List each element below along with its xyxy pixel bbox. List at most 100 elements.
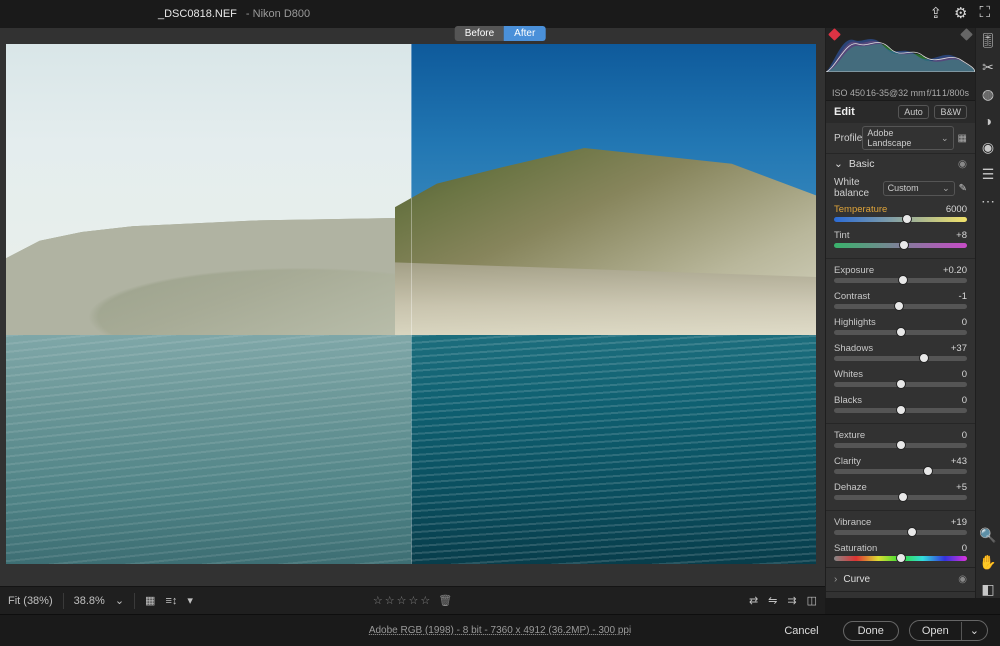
star-icon[interactable]: ☆ [397,594,407,607]
slider-value[interactable]: +37 [939,343,967,354]
tab-before[interactable]: Before [455,26,504,41]
slider-value[interactable]: 6000 [939,204,967,215]
slider-thumb[interactable] [923,466,933,476]
bw-button[interactable]: B&W [934,105,967,119]
slider-track[interactable] [834,495,967,500]
slider-value[interactable]: +0.20 [939,265,967,276]
trash-icon[interactable]: 🗑 [438,594,452,607]
star-icon[interactable]: ☆ [373,594,383,607]
slider-thumb[interactable] [907,527,917,537]
slider-track[interactable] [834,556,967,561]
done-button[interactable]: Done [843,621,899,641]
star-icon[interactable]: ☆ [420,594,430,607]
fullscreen-icon[interactable]: ⛶ [979,4,990,22]
section-basic[interactable]: ⌄ Basic ◉ [826,153,975,174]
split-view-icon[interactable]: ◫ [807,594,817,607]
slider-track[interactable] [834,443,967,448]
slider-track[interactable] [834,278,967,283]
export-icon[interactable]: ⇪ [929,4,942,22]
zoom-chevron-icon[interactable]: ⌄ [115,594,124,607]
slider-thumb[interactable] [896,440,906,450]
slider-value[interactable]: +43 [939,456,967,467]
rating-stars[interactable]: ☆ ☆ ☆ ☆ ☆ 🗑 [373,594,452,607]
slider-thumb[interactable] [902,214,912,224]
crop-icon[interactable]: ✂ [982,59,994,76]
slider-track[interactable] [834,304,967,309]
slider-dehaze[interactable]: Dehaze+5 [826,480,975,506]
section-detail[interactable]: ›Detail◉ [826,591,975,598]
before-after-toggle[interactable]: Before After [455,26,546,41]
slider-track[interactable] [834,469,967,474]
slider-value[interactable]: 0 [939,395,967,406]
slider-value[interactable]: 0 [939,543,967,554]
slider-texture[interactable]: Texture0 [826,428,975,454]
slider-shadows[interactable]: Shadows+37 [826,341,975,367]
edit-sliders-icon[interactable]: 🎚 [979,32,997,49]
slider-value[interactable]: 0 [939,317,967,328]
zoom-value[interactable]: 38.8% [74,595,105,607]
open-button[interactable]: Open⌄ [909,620,988,641]
grid-icon[interactable]: ▦ [145,594,155,607]
hand-tool-icon[interactable]: ✋ [979,554,996,571]
slider-value[interactable]: +19 [939,517,967,528]
compare-settings-icon[interactable]: ⇄ [749,594,758,607]
slider-track[interactable] [834,243,967,248]
profile-browser-icon[interactable]: ▦ [958,133,967,144]
slider-value[interactable]: 0 [939,430,967,441]
slider-contrast[interactable]: Contrast-1 [826,289,975,315]
cancel-button[interactable]: Cancel [770,622,832,640]
eyedropper-icon[interactable]: ✎ [959,183,967,194]
slider-clarity[interactable]: Clarity+43 [826,454,975,480]
slider-value[interactable]: 0 [939,369,967,380]
image-canvas[interactable] [6,44,816,564]
slider-track[interactable] [834,217,967,222]
document-info[interactable]: Adobe RGB (1998) - 8 bit - 7360 x 4912 (… [369,625,631,636]
redeye-icon[interactable]: ◉ [982,139,994,156]
slider-vibrance[interactable]: Vibrance+19 [826,515,975,541]
gear-icon[interactable]: ⚙ [954,4,967,22]
slider-thumb[interactable] [894,301,904,311]
slider-track[interactable] [834,408,967,413]
slider-track[interactable] [834,330,967,335]
mask-icon[interactable]: ◑ [984,113,992,129]
slider-highlights[interactable]: Highlights0 [826,315,975,341]
slider-saturation[interactable]: Saturation0 [826,541,975,567]
slider-track[interactable] [834,382,967,387]
star-icon[interactable]: ☆ [408,594,418,607]
slider-thumb[interactable] [899,240,909,250]
section-curve[interactable]: ›Curve◉ [826,567,975,591]
slider-thumb[interactable] [898,275,908,285]
filter-icon[interactable]: ▾ [187,594,193,607]
split-divider[interactable] [411,44,412,564]
more-icon[interactable]: ⋯ [981,193,995,210]
slider-thumb[interactable] [898,492,908,502]
slider-value[interactable]: +8 [939,230,967,241]
slider-tint[interactable]: Tint+8 [826,228,975,254]
slider-temperature[interactable]: Temperature6000 [826,202,975,228]
healing-icon[interactable]: ◍ [982,86,994,103]
slider-thumb[interactable] [896,405,906,415]
star-icon[interactable]: ☆ [385,594,395,607]
profile-select[interactable]: Adobe Landscape [862,126,953,150]
chevron-down-icon[interactable]: ⌄ [962,621,987,640]
slider-thumb[interactable] [896,379,906,389]
sort-icon[interactable]: ≡↕ [165,595,177,607]
eye-icon[interactable]: ◉ [958,158,967,170]
slider-thumb[interactable] [919,353,929,363]
copy-settings-icon[interactable]: ⇉ [787,594,796,607]
fit-label[interactable]: Fit (38%) [8,595,53,607]
slider-track[interactable] [834,356,967,361]
slider-track[interactable] [834,530,967,535]
slider-whites[interactable]: Whites0 [826,367,975,393]
toggle-panel-icon[interactable]: ◧ [981,581,994,598]
zoom-tool-icon[interactable]: 🔍 [979,527,996,544]
presets-icon[interactable]: ☰ [982,166,995,183]
eye-icon[interactable]: ◉ [958,574,967,585]
slider-exposure[interactable]: Exposure+0.20 [826,263,975,289]
slider-thumb[interactable] [896,553,906,563]
histogram[interactable] [826,28,975,86]
slider-value[interactable]: -1 [939,291,967,302]
slider-blacks[interactable]: Blacks0 [826,393,975,419]
swap-icon[interactable]: ⇋ [768,594,777,607]
slider-value[interactable]: +5 [939,482,967,493]
